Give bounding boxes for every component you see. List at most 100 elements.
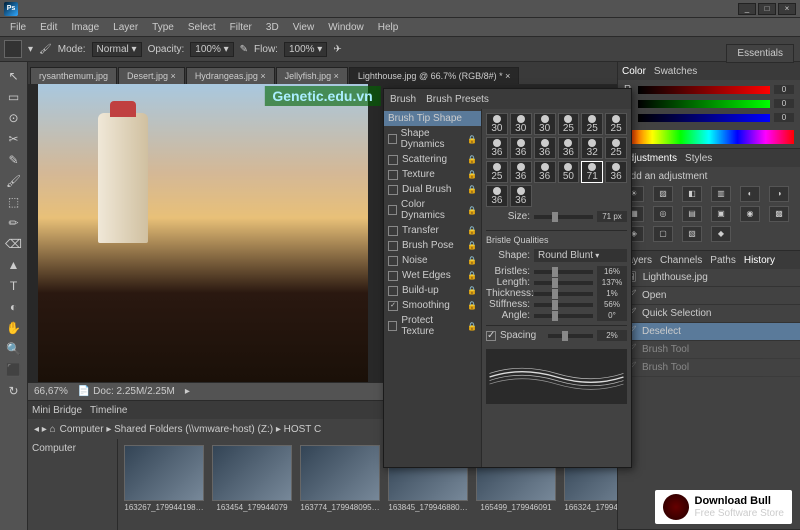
brush-tab[interactable]: Brush Presets <box>426 94 489 105</box>
brush-tip[interactable]: 25 <box>605 113 627 135</box>
tool-1[interactable]: ▭ <box>3 87 25 107</box>
brush-option[interactable]: Transfer🔒 <box>384 223 481 238</box>
document-tab[interactable]: Lighthouse.jpg @ 66.7% (RGB/8#) * × <box>349 67 519 84</box>
tool-5[interactable]: 🖌 <box>3 171 25 191</box>
history-source[interactable]: 🖼Lighthouse.jpg <box>618 269 800 287</box>
adjustment-icon[interactable]: ◧ <box>682 186 702 202</box>
close-button[interactable]: × <box>778 3 796 15</box>
menu-3d[interactable]: 3D <box>260 20 285 35</box>
tool-8[interactable]: ⌫ <box>3 234 25 254</box>
adjustment-icon[interactable]: ▨ <box>653 186 673 202</box>
history-state[interactable]: 🖌Open <box>618 287 800 305</box>
brush-option[interactable]: Color Dynamics🔒 <box>384 197 481 223</box>
brush-tip[interactable]: 25 <box>486 161 508 183</box>
brush-option[interactable]: Brush Pose🔒 <box>384 238 481 253</box>
tool-0[interactable]: ↖ <box>3 66 25 86</box>
adjustment-icon[interactable]: ◆ <box>711 226 731 242</box>
brush-tip[interactable]: 36 <box>486 185 508 207</box>
tool-7[interactable]: ✏ <box>3 213 25 233</box>
adjustment-icon[interactable]: ▩ <box>769 206 789 222</box>
airbrush-icon[interactable]: ✈ <box>333 44 341 55</box>
brush-tip[interactable]: 36 <box>534 161 556 183</box>
panel-tab[interactable]: Swatches <box>654 66 697 77</box>
menu-type[interactable]: Type <box>146 20 180 35</box>
brush-option[interactable]: Scattering🔒 <box>384 152 481 167</box>
menu-layer[interactable]: Layer <box>107 20 144 35</box>
adjustment-icon[interactable]: ◐ <box>740 186 760 202</box>
tool-12[interactable]: ✋ <box>3 318 25 338</box>
brush-tip[interactable]: 25 <box>605 137 627 159</box>
tool-3[interactable]: ✂ <box>3 129 25 149</box>
b-slider[interactable] <box>638 114 770 122</box>
document-tab[interactable]: Desert.jpg × <box>118 67 185 84</box>
panel-tab[interactable]: Styles <box>685 153 712 164</box>
mini-bridge-sidebar[interactable]: Computer <box>28 439 118 530</box>
brush-option[interactable]: Brush Tip Shape <box>384 111 481 126</box>
adjustment-icon[interactable]: ▢ <box>653 226 673 242</box>
history-state[interactable]: 🖌Brush Tool <box>618 359 800 377</box>
tool-15[interactable]: ↻ <box>3 381 25 401</box>
tool-14[interactable]: ⬛ <box>3 360 25 380</box>
adjustment-icon[interactable]: ◎ <box>653 206 673 222</box>
adjustment-icon[interactable]: ▣ <box>711 206 731 222</box>
brush-option[interactable]: ✓Smoothing🔒 <box>384 298 481 313</box>
brush-tip[interactable]: 71 <box>581 161 603 183</box>
menu-filter[interactable]: Filter <box>224 20 258 35</box>
panel-tab[interactable]: Color <box>622 66 646 77</box>
brush-tip[interactable]: 25 <box>581 113 603 135</box>
brush-option[interactable]: Protect Texture🔒 <box>384 313 481 339</box>
menu-help[interactable]: Help <box>372 20 405 35</box>
brush-tip[interactable]: 36 <box>558 137 580 159</box>
tool-2[interactable]: ⊙ <box>3 108 25 128</box>
workspace-switcher[interactable]: Essentials <box>726 44 794 63</box>
menu-edit[interactable]: Edit <box>34 20 63 35</box>
panel-tab[interactable]: Channels <box>660 255 702 266</box>
maximize-button[interactable]: □ <box>758 3 776 15</box>
opacity-input[interactable]: 100% ▾ <box>190 42 233 57</box>
thumbnail[interactable]: 163454_179944079 <box>212 445 292 524</box>
shape-select[interactable]: Round Blunt ▾ <box>534 249 627 262</box>
thumbnail[interactable]: 163267_179944198… <box>124 445 204 524</box>
adjustment-icon[interactable]: ▤ <box>682 206 702 222</box>
adjustment-icon[interactable]: ▥ <box>711 186 731 202</box>
menu-select[interactable]: Select <box>182 20 222 35</box>
brush-tip[interactable]: 36 <box>510 161 532 183</box>
flow-input[interactable]: 100% ▾ <box>284 42 327 57</box>
brush-option[interactable]: Noise🔒 <box>384 253 481 268</box>
brush-option[interactable]: Build-up🔒 <box>384 283 481 298</box>
tool-9[interactable]: ▲ <box>3 255 25 275</box>
adjustment-icon[interactable]: ◑ <box>769 186 789 202</box>
panel-tab[interactable]: Paths <box>710 255 736 266</box>
brush-tip[interactable]: 30 <box>486 113 508 135</box>
document-tab[interactable]: Hydrangeas.jpg × <box>186 67 275 84</box>
menu-view[interactable]: View <box>287 20 321 35</box>
brush-tip[interactable]: 36 <box>605 161 627 183</box>
brush-option[interactable]: Dual Brush🔒 <box>384 182 481 197</box>
mode-select[interactable]: Normal ▾ <box>92 42 142 57</box>
pressure-icon[interactable]: ✎ <box>240 44 248 55</box>
brush-option[interactable]: Shape Dynamics🔒 <box>384 126 481 152</box>
tool-11[interactable]: ◐ <box>3 297 25 317</box>
size-slider[interactable] <box>534 215 593 219</box>
brush-tip[interactable]: 25 <box>558 113 580 135</box>
adjustment-icon[interactable]: ◉ <box>740 206 760 222</box>
brush-option[interactable]: Texture🔒 <box>384 167 481 182</box>
history-state[interactable]: 🖌Quick Selection <box>618 305 800 323</box>
brush-tip[interactable]: 36 <box>510 185 532 207</box>
spacing-slider[interactable] <box>548 334 593 338</box>
brush-preset-picker[interactable] <box>4 40 22 58</box>
tool-4[interactable]: ✎ <box>3 150 25 170</box>
brush-tip[interactable]: 36 <box>534 137 556 159</box>
r-slider[interactable] <box>638 86 770 94</box>
mb-tab[interactable]: Timeline <box>90 405 127 416</box>
thumbnail[interactable]: 163774_179948095… <box>300 445 380 524</box>
menu-window[interactable]: Window <box>322 20 370 35</box>
menu-image[interactable]: Image <box>65 20 105 35</box>
mb-tab[interactable]: Mini Bridge <box>32 405 82 416</box>
tool-13[interactable]: 🔍 <box>3 339 25 359</box>
brush-tip[interactable]: 36 <box>486 137 508 159</box>
document-tab[interactable]: Jellyfish.jpg × <box>276 67 348 84</box>
history-state[interactable]: 🖌Deselect <box>618 323 800 341</box>
brush-tip[interactable]: 50 <box>558 161 580 183</box>
g-slider[interactable] <box>638 100 770 108</box>
